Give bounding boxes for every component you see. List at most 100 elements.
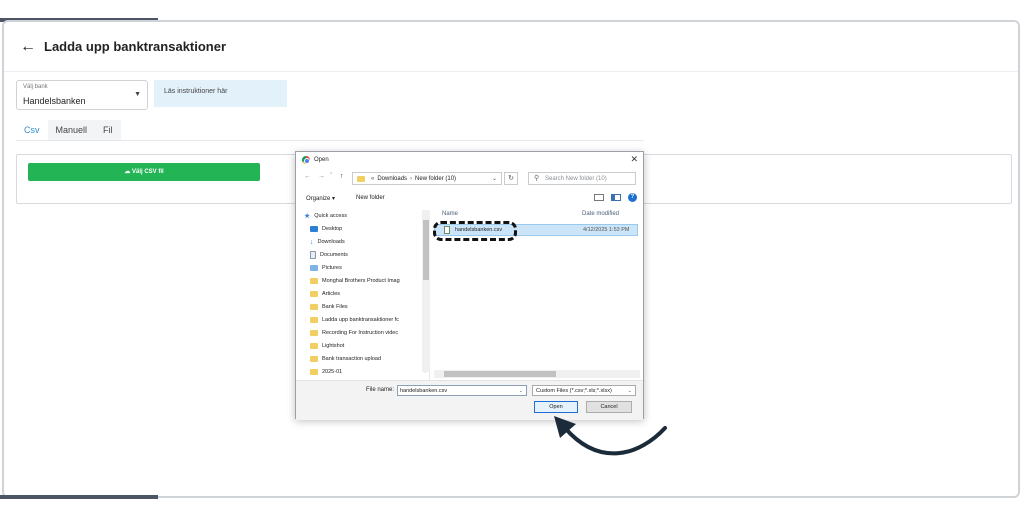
nav-item-folder[interactable]: Articles ✓ [310, 288, 429, 300]
nav-item-downloads[interactable]: ↓ Downloads ✓ [310, 236, 429, 248]
file-type-select[interactable]: Custom Files (*.csv;*.xls;*.xlsx) ⌄ [532, 385, 636, 396]
tabs-divider [16, 140, 644, 141]
file-name-input[interactable]: handelsbanken.csv ⌄ [397, 385, 527, 396]
search-icon: ⚲ [534, 175, 540, 182]
bank-select-value: Handelsbanken [23, 96, 86, 106]
organize-button[interactable]: Organize ▾ [306, 195, 335, 202]
root-separator: « [371, 175, 375, 182]
nav-label: Quick access [314, 213, 347, 219]
bottom-accent-bar [0, 495, 158, 499]
search-placeholder: Search New folder (10) [545, 176, 607, 182]
nav-item-desktop[interactable]: Desktop ✓ [310, 223, 429, 235]
nav-item-documents[interactable]: Documents ✓ [310, 249, 429, 261]
folder-icon [310, 291, 318, 297]
breadcrumb-new-folder[interactable]: New folder (10) [415, 176, 456, 182]
nav-label: Ladda upp banktransaktioner fc [322, 317, 400, 323]
file-name-label: File name: [366, 387, 395, 393]
address-dropdown-icon[interactable]: ⌄ [492, 175, 497, 182]
dialog-title: Open [314, 157, 329, 163]
nav-label: Recording For Instruction videc [322, 330, 399, 336]
chrome-icon [302, 156, 310, 164]
nav-item-folder[interactable]: Recording For Instruction videc ✓ [310, 327, 429, 339]
nav-item-folder[interactable]: Bank Files ✓ [310, 301, 429, 313]
nav-scroll-thumb[interactable] [423, 220, 429, 280]
nav-label: Bank Files [322, 304, 348, 310]
nav-item-folder[interactable]: Bank transaction upload ✓ [310, 353, 429, 365]
folder-icon [310, 356, 318, 362]
breadcrumb-chevron-icon: › [410, 175, 413, 182]
nav-item-folder[interactable]: 2025-01 ✓ [310, 366, 429, 378]
forward-nav-icon[interactable]: → [318, 173, 325, 180]
curved-arrow-annotation [554, 416, 667, 456]
desktop-icon [310, 226, 318, 232]
address-bar[interactable]: « Downloads › New folder (10) ⌄ [352, 172, 502, 185]
nav-item-folder[interactable]: Lightshot ✓ [310, 340, 429, 352]
file-type-value: Custom Files (*.csv;*.xls;*.xlsx) [536, 388, 612, 394]
nav-item-quick-access[interactable]: ★ Quick access [302, 210, 422, 222]
folder-icon [310, 304, 318, 310]
navigation-pane: ★ Quick access Desktop ✓ ↓ Downloads ✓ D… [302, 210, 430, 380]
nav-label: Downloads [317, 239, 345, 245]
download-icon: ↓ [310, 238, 314, 246]
column-header-name[interactable]: Name [442, 211, 458, 217]
folder-icon [310, 317, 318, 323]
nav-item-folder[interactable]: Monghal Brothers Product Imag ✓ [310, 275, 429, 287]
document-icon [310, 251, 316, 259]
page-title: Ladda upp banktransaktioner [44, 39, 227, 54]
nav-label: Bank transaction upload [322, 356, 382, 362]
new-folder-button[interactable]: New folder [356, 195, 385, 201]
tab-bar: Csv Manuell Fil [16, 120, 121, 140]
nav-item-folder[interactable]: Ladda upp banktransaktioner fc ✓ [310, 314, 429, 326]
caret-down-icon: ▼ [134, 91, 141, 98]
nav-label: Monghal Brothers Product Imag [322, 278, 400, 284]
hscroll-thumb[interactable] [444, 371, 556, 377]
tab-csv[interactable]: Csv [16, 120, 48, 140]
folder-icon [310, 369, 318, 375]
nav-label: Desktop [322, 226, 343, 232]
back-arrow-icon[interactable]: ← [20, 38, 36, 56]
refresh-icon[interactable]: ↻ [504, 172, 518, 185]
nav-label: 2025-01 [322, 369, 343, 375]
star-icon: ★ [304, 213, 311, 220]
search-input[interactable]: ⚲ Search New folder (10) [528, 172, 636, 185]
nav-label: Pictures [322, 265, 342, 271]
folder-icon [310, 278, 318, 284]
file-highlight-annotation [433, 221, 517, 241]
chevron-down-icon[interactable]: ⌄ [519, 386, 523, 396]
nav-label: Lightshot [322, 343, 345, 349]
tab-fil[interactable]: Fil [95, 120, 121, 140]
nav-label: Documents [320, 252, 348, 258]
file-date: 4/12/2025 1:53 PM [583, 227, 630, 233]
pictures-icon [310, 265, 318, 271]
tab-manuell[interactable]: Manuell [47, 120, 96, 140]
up-nav-icon[interactable]: ↑ [340, 173, 344, 180]
dialog-titlebar[interactable]: Open ✕ [296, 152, 643, 168]
folder-icon [357, 175, 365, 182]
nav-item-pictures[interactable]: Pictures ✓ [310, 262, 429, 274]
dropdown-nav-icon[interactable]: ˇ [330, 173, 332, 180]
chevron-down-icon[interactable]: ⌄ [628, 386, 632, 396]
open-file-dialog: Open ✕ ← → ˇ ↑ « Downloads › New folder … [295, 151, 644, 420]
choose-csv-button[interactable]: ☁ Välj CSV fil [28, 163, 260, 181]
upload-icon: ☁ [124, 169, 131, 175]
folder-icon [310, 330, 318, 336]
column-header-date[interactable]: Date modified [582, 211, 619, 217]
choose-csv-label: Välj CSV fil [131, 169, 164, 175]
page-header: ← Ladda upp banktransaktioner [4, 22, 1018, 72]
preview-pane-icon[interactable] [611, 194, 621, 201]
bank-select[interactable]: Välj bank Handelsbanken ▼ [16, 80, 148, 110]
folder-icon [310, 343, 318, 349]
file-list-hscrollbar[interactable] [434, 370, 640, 378]
nav-scrollbar[interactable] [422, 210, 430, 372]
nav-label: Articles [322, 291, 341, 297]
breadcrumb-downloads[interactable]: Downloads [377, 176, 407, 182]
close-icon[interactable]: ✕ [630, 154, 638, 165]
file-name-input-value: handelsbanken.csv [400, 388, 448, 394]
instructions-link[interactable]: Läs instruktioner här [154, 80, 287, 107]
toolbar-icons: ? [594, 193, 637, 202]
dialog-toolbar: Organize ▾ New folder ? [296, 192, 643, 206]
back-nav-icon[interactable]: ← [304, 173, 311, 180]
address-row: ← → ˇ ↑ « Downloads › New folder (10) ⌄ … [296, 170, 643, 186]
view-options-icon[interactable] [594, 194, 604, 201]
help-icon[interactable]: ? [628, 193, 637, 202]
